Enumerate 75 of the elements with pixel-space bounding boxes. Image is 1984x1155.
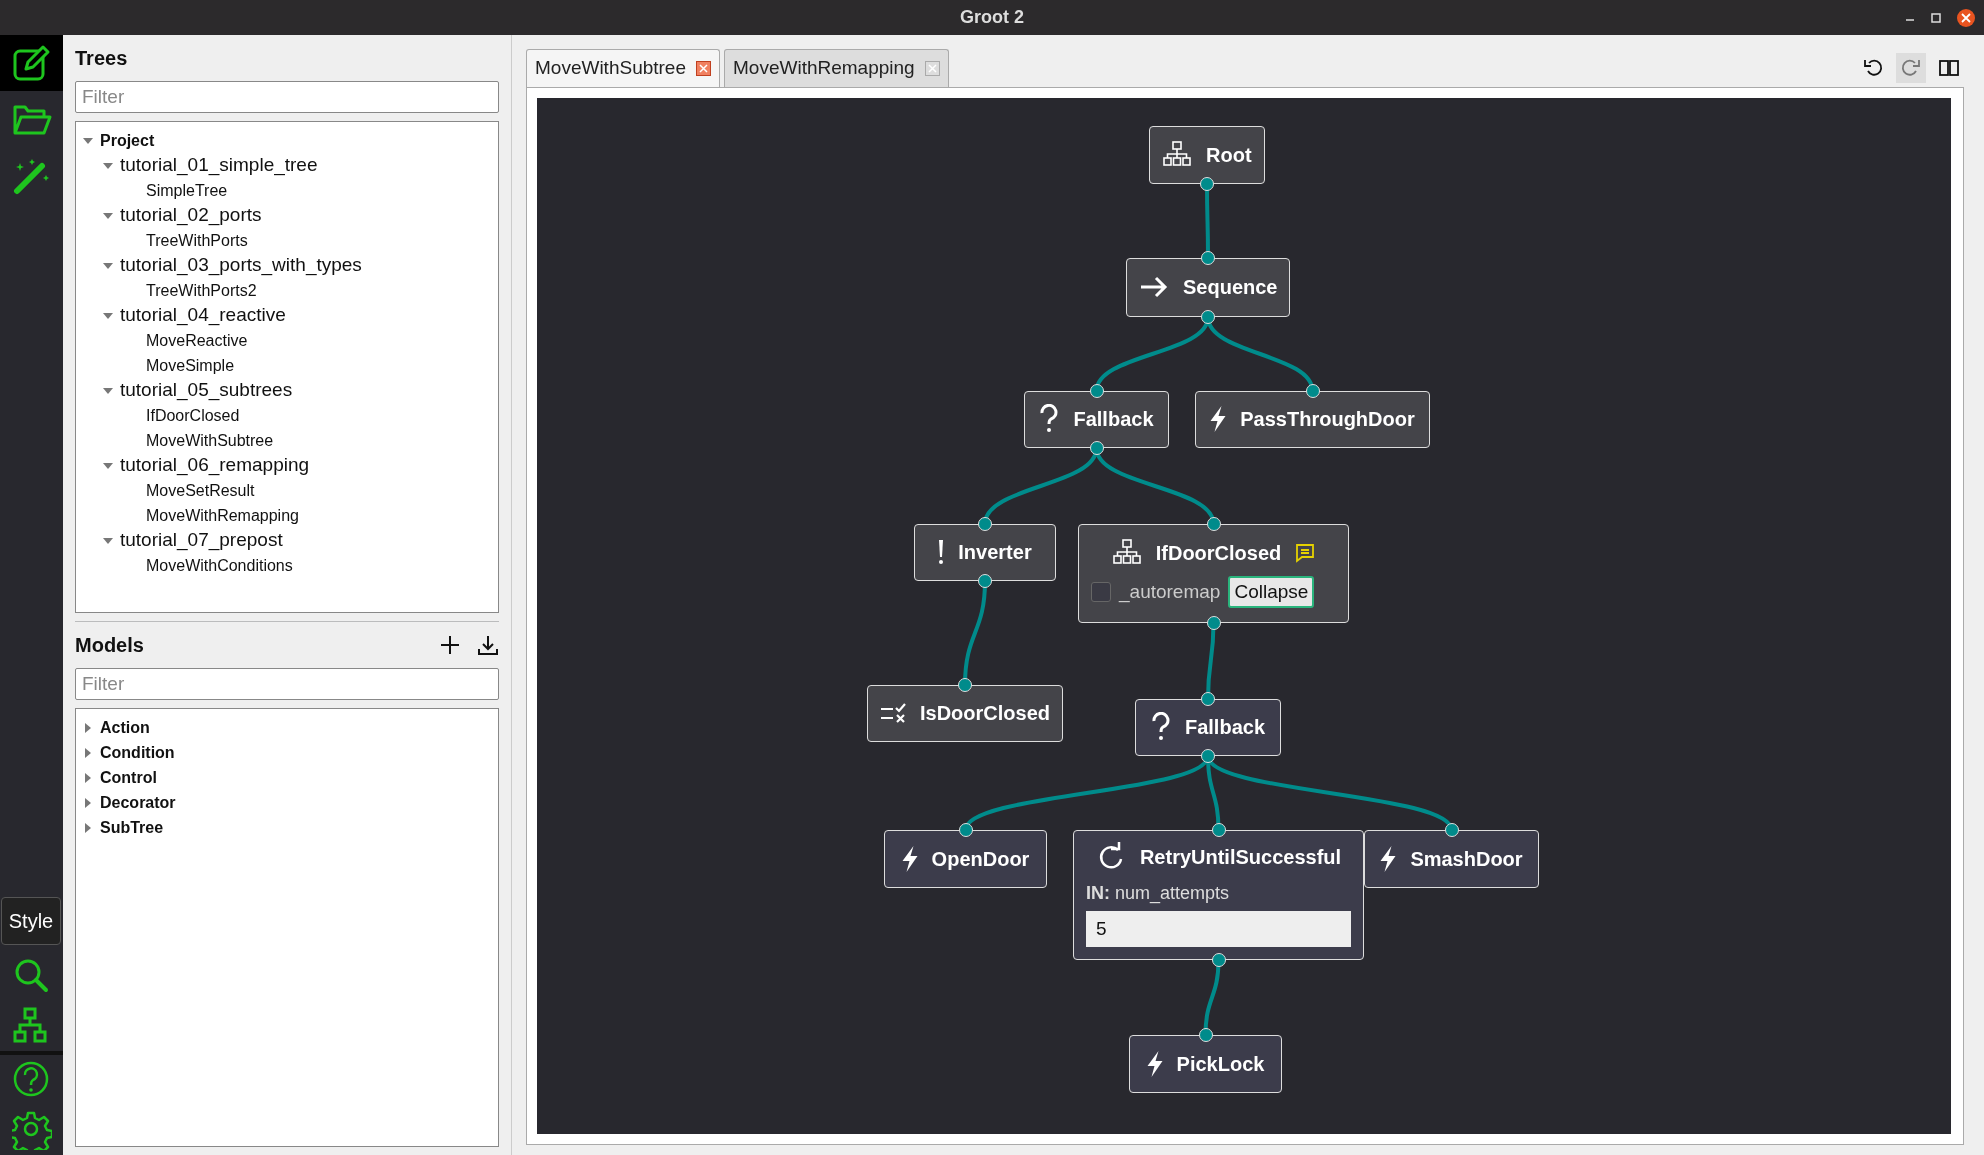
tree-item[interactable]: tutorial_06_remapping <box>120 451 310 480</box>
lightning-icon <box>901 844 918 873</box>
window-title: Groot 2 <box>960 6 1024 29</box>
edit-icon <box>11 43 52 83</box>
port-handle[interactable] <box>1305 383 1320 398</box>
tree-node[interactable]: PickLock <box>1129 1034 1282 1093</box>
tree-node[interactable]: Sequence <box>1126 257 1291 317</box>
tab[interactable]: MoveWithSubtree <box>526 49 720 87</box>
tree-node[interactable]: Fallback <box>1135 698 1281 756</box>
tree-item[interactable]: SimpleTree <box>146 178 228 203</box>
tree-item[interactable]: MoveSimple <box>146 353 235 378</box>
tree-node[interactable]: PassThroughDoor <box>1195 390 1430 448</box>
panel-title: Models <box>75 633 144 658</box>
tree-item[interactable]: IfDoorClosed <box>146 403 240 428</box>
filter-field[interactable]: Filter <box>75 81 499 113</box>
tree-item[interactable]: MoveWithRemapping <box>146 503 299 528</box>
tree-node[interactable]: Fallback <box>1024 390 1169 448</box>
download-icon[interactable] <box>477 634 499 656</box>
tab[interactable]: MoveWithRemapping <box>724 49 949 87</box>
port-handle[interactable] <box>978 516 992 531</box>
filter-field[interactable]: Filter <box>75 668 499 700</box>
port-handle[interactable] <box>1201 250 1215 265</box>
add-icon[interactable] <box>439 634 461 656</box>
tree-item[interactable]: tutorial_04_reactive <box>120 301 286 330</box>
checklist-icon <box>880 702 906 724</box>
tree-item[interactable]: tutorial_03_ports_with_types <box>120 251 362 280</box>
panel-title: Trees <box>75 46 128 71</box>
port-handle[interactable] <box>1089 383 1104 398</box>
tree-node[interactable]: OpenDoor <box>884 829 1047 888</box>
comment-icon[interactable] <box>1295 542 1316 563</box>
tree-item[interactable]: Condition <box>100 740 175 765</box>
tree-item[interactable]: TreeWithPorts <box>146 228 248 253</box>
question-mark-icon <box>1039 404 1060 434</box>
checkbox[interactable] <box>1091 582 1111 602</box>
tree-item[interactable]: Action <box>100 715 150 740</box>
exclamation-icon <box>938 539 945 565</box>
collapse-button[interactable]: Collapse <box>1228 575 1315 609</box>
tree-node[interactable]: IfDoorClosed _autoremap Collapse <box>1078 523 1349 623</box>
port-handle[interactable] <box>958 677 972 692</box>
tree-item[interactable]: MoveWithConditions <box>146 553 293 578</box>
lightning-icon <box>1210 405 1227 433</box>
tree-item[interactable]: MoveSetResult <box>146 478 255 503</box>
tree-node[interactable]: IsDoorClosed <box>867 684 1064 742</box>
tree-item[interactable]: TreeWithPorts2 <box>146 278 257 303</box>
tree-item[interactable]: tutorial_02_ports <box>120 201 262 230</box>
checkbox-label: _autoremap <box>1119 579 1221 605</box>
port-handle[interactable] <box>1198 1027 1213 1042</box>
port-label: IN: num_attempts <box>1086 881 1231 906</box>
tree-node[interactable]: Root <box>1149 125 1265 184</box>
maximize-icon[interactable] <box>1930 11 1942 24</box>
tree-node[interactable]: SmashDoor <box>1364 829 1539 888</box>
edit-button[interactable] <box>0 35 63 91</box>
tree-item[interactable]: Control <box>100 765 157 790</box>
tree-item[interactable]: SubTree <box>100 815 164 840</box>
tree-item[interactable]: Decorator <box>100 790 176 815</box>
tree-node[interactable]: Inverter <box>914 523 1056 581</box>
tree-item[interactable]: tutorial_07_prepost <box>120 526 283 555</box>
port-handle[interactable] <box>1206 516 1221 531</box>
tree-item[interactable]: MoveReactive <box>146 328 248 353</box>
tree-item[interactable]: Project <box>100 128 155 153</box>
tree-node[interactable]: RetryUntilSuccessful IN: num_attempts 5 <box>1073 829 1364 960</box>
lightning-icon <box>1146 1049 1163 1078</box>
port-handle[interactable] <box>1201 691 1215 706</box>
style-button[interactable]: Style <box>1 897 61 945</box>
lightning-icon <box>1380 844 1397 873</box>
tree-item[interactable]: tutorial_01_simple_tree <box>120 151 318 180</box>
port-value-field[interactable]: 5 <box>1086 910 1351 948</box>
tree-item[interactable]: MoveWithSubtree <box>146 428 274 453</box>
settings-icon <box>11 1110 52 1150</box>
port-handle[interactable] <box>958 822 973 837</box>
port-handle[interactable] <box>1444 822 1459 837</box>
question-mark-icon <box>1150 712 1171 742</box>
port-handle[interactable] <box>1211 822 1226 837</box>
tree-item[interactable]: tutorial_05_subtrees <box>120 376 293 405</box>
close-icon[interactable] <box>1956 7 1976 28</box>
